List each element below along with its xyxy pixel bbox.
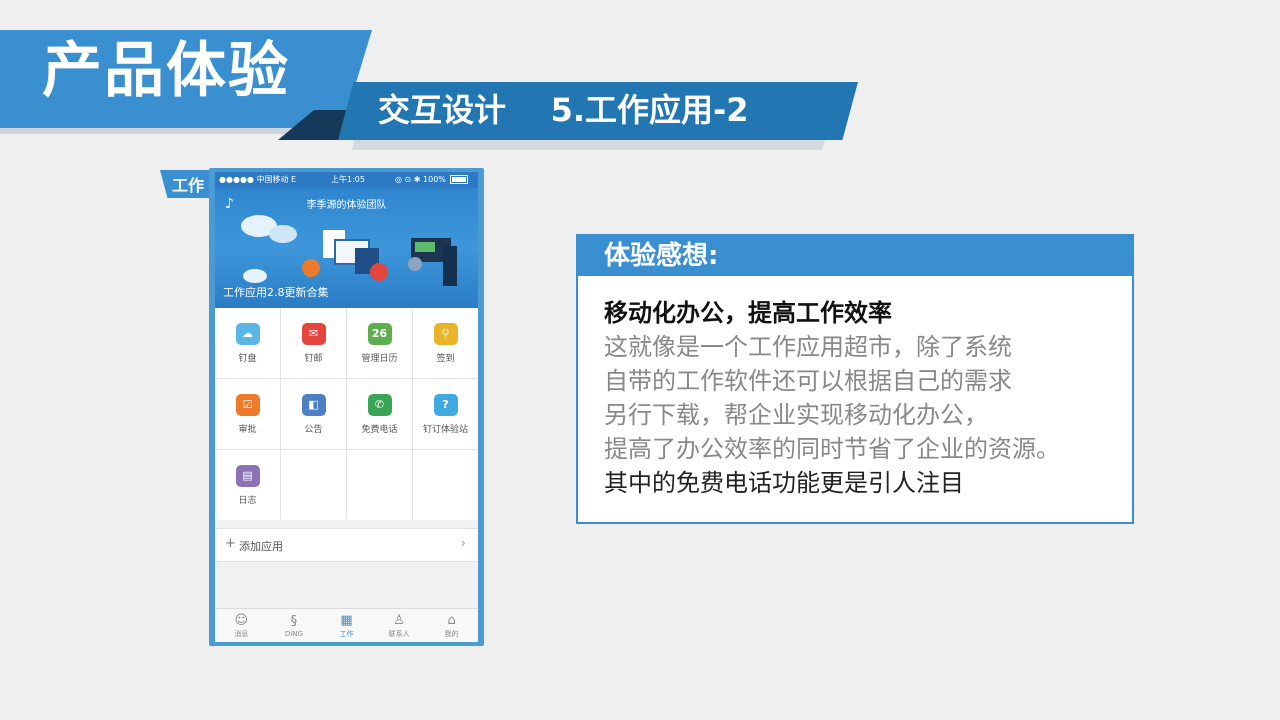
app-tile-announcement[interactable]: ◧ 公告 xyxy=(281,379,346,449)
phone-screen: ●●●●● 中国移动 E 上午1:05 ◎ ⊙ ✱ 100% ♪ 李季源的体验团… xyxy=(215,172,478,642)
approval-icon: ☑ xyxy=(235,393,260,416)
tab-work[interactable]: ▦ 工作 xyxy=(320,609,373,642)
chat-icon: ☺ xyxy=(234,613,249,628)
app-tile-free-call[interactable]: ✆ 免费电话 xyxy=(347,379,412,449)
tab-label: 消息 xyxy=(234,630,249,638)
page-subtitle: 交互设计 5.工作应用-2 xyxy=(378,91,749,129)
announcement-icon: ◧ xyxy=(301,393,326,416)
app-tile-calendar[interactable]: 26 管理日历 xyxy=(347,308,412,378)
app-tile-dingpan[interactable]: ☁ 钉盘 xyxy=(215,308,280,378)
device-screen xyxy=(415,242,435,252)
camera-badge xyxy=(302,259,320,277)
chevron-right-icon: › xyxy=(461,536,466,550)
tab-bar: ☺ 消息 § DING ▦ 工作 ♙ 联系人 ⌂ 我的 xyxy=(215,608,478,642)
location-pin-icon: ⚲ xyxy=(433,322,458,345)
battery-icon xyxy=(450,175,469,184)
phone-icon: ✆ xyxy=(367,393,392,416)
hero-banner[interactable]: ♪ 李季源的体验团队 工作应用2.8更新合集 xyxy=(215,188,478,308)
tab-ding[interactable]: § DING xyxy=(268,609,321,642)
tab-me[interactable]: ⌂ 我的 xyxy=(425,609,478,642)
impression-line: 另行下载，帮企业实现移动化办公， xyxy=(604,401,988,429)
home-icon: ⌂ xyxy=(447,613,456,628)
tab-contacts[interactable]: ♙ 联系人 xyxy=(373,609,426,642)
app-tile-experience-station[interactable]: ? 钉订体验站 xyxy=(413,379,478,449)
impression-line: 提高了办公效率的同时节省了企业的资源。 xyxy=(604,435,1060,463)
help-icon: ? xyxy=(433,393,458,416)
status-bar: ●●●●● 中国移动 E 上午1:05 ◎ ⊙ ✱ 100% xyxy=(215,172,478,188)
hero-caption: 工作应用2.8更新合集 xyxy=(223,286,329,299)
app-tile-dingmail[interactable]: ✉ 钉邮 xyxy=(281,308,346,378)
app-label: 审批 xyxy=(238,424,257,435)
tab-label: 联系人 xyxy=(388,630,410,638)
arm-shape xyxy=(443,246,457,286)
app-grid: ☁ 钉盘 ✉ 钉邮 26 管理日历 ⚲ 签到 ☑ 审批 ◧ 公告 ✆ 免费电话 … xyxy=(215,308,478,520)
impression-line: 自带的工作软件还可以根据自己的需求 xyxy=(604,367,1012,395)
status-carrier: ●●●●● 中国移动 E xyxy=(219,175,297,184)
add-app-label: 添加应用 xyxy=(239,540,283,553)
app-label: 公告 xyxy=(304,424,323,435)
grid-icon: ▦ xyxy=(340,613,353,628)
pin-badge xyxy=(408,257,422,271)
app-label: 钉盘 xyxy=(238,353,257,364)
tab-messages[interactable]: ☺ 消息 xyxy=(215,609,268,642)
app-tile-empty xyxy=(347,450,412,520)
cloud-drive-icon: ☁ xyxy=(235,322,260,345)
app-label: 签到 xyxy=(436,353,455,364)
app-label: 免费电话 xyxy=(361,424,398,435)
hero-illustration xyxy=(241,215,457,286)
impression-line: 这就像是一个工作应用超市，除了系统 xyxy=(604,333,1012,361)
app-label: 管理日历 xyxy=(361,353,398,364)
impression-card-body: 移动化办公，提高工作效率 这就像是一个工作应用超市，除了系统 自带的工作软件还可… xyxy=(604,296,1124,500)
calendar-icon: 26 xyxy=(367,322,392,345)
app-tile-approval[interactable]: ☑ 审批 xyxy=(215,379,280,449)
app-tile-checkin[interactable]: ⚲ 签到 xyxy=(413,308,478,378)
status-indicators-text: ◎ ⊙ ✱ 100% xyxy=(395,175,446,184)
status-indicators: ◎ ⊙ ✱ 100% xyxy=(395,172,469,188)
impression-heading: 移动化办公，提高工作效率 xyxy=(604,299,892,327)
app-tile-log[interactable]: ▤ 日志 xyxy=(215,450,280,520)
ding-icon: § xyxy=(290,614,298,629)
app-label: 钉订体验站 xyxy=(422,424,468,435)
impression-card-title: 体验感想: xyxy=(604,241,719,271)
phone-tag-label: 工作 xyxy=(172,176,205,195)
mail-icon: ✉ xyxy=(301,322,326,345)
impression-highlight: 其中的免费电话功能更是引人注目 xyxy=(604,469,964,497)
app-tile-empty xyxy=(413,450,478,520)
contacts-icon: ♙ xyxy=(393,613,405,628)
app-label: 日志 xyxy=(238,495,257,506)
tab-label: 工作 xyxy=(339,630,354,638)
plus-icon: + xyxy=(225,536,236,551)
page-title: 产品体验 xyxy=(42,36,290,106)
app-tile-empty xyxy=(281,450,346,520)
status-time: 上午1:05 xyxy=(331,175,365,184)
add-app-row[interactable]: + 添加应用 › xyxy=(215,528,478,562)
app-label: 钉邮 xyxy=(304,353,323,364)
cloud-shape xyxy=(243,269,267,283)
tab-label: 我的 xyxy=(444,630,459,638)
mail-badge xyxy=(370,263,388,281)
cloud-shape xyxy=(269,225,297,243)
tab-label: DING xyxy=(284,630,303,638)
log-icon: ▤ xyxy=(235,464,260,487)
